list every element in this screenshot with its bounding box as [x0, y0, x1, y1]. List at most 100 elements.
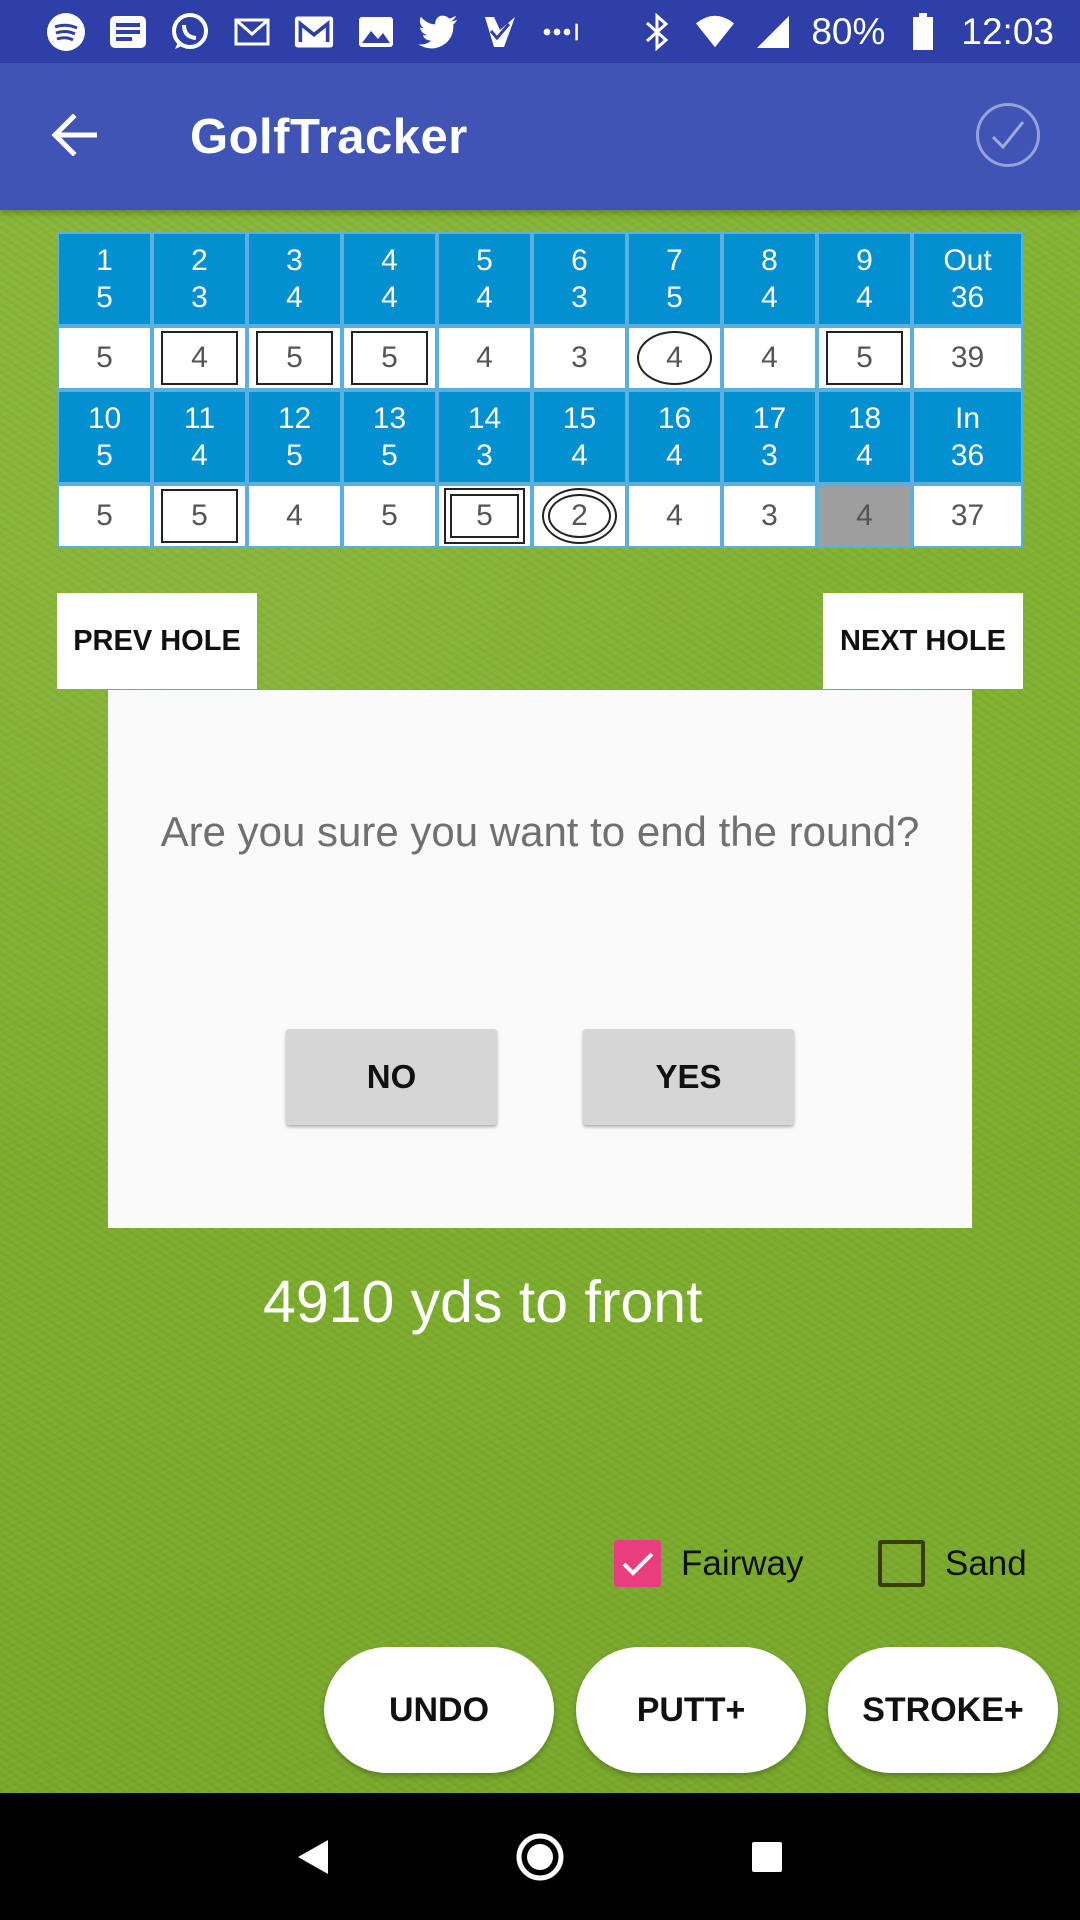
- fairway-checkbox[interactable]: [614, 1540, 661, 1587]
- score-cell[interactable]: 5: [57, 484, 152, 548]
- hole-par: 5: [381, 439, 398, 472]
- score-cell[interactable]: 4: [627, 326, 722, 390]
- photos-icon: [356, 12, 396, 52]
- score-value: 2: [571, 499, 588, 532]
- hole-header-cell[interactable]: 17 3: [722, 390, 817, 484]
- status-bar: 80% 12:03: [0, 0, 1080, 63]
- hole-number: 10: [87, 402, 122, 435]
- hole-number: 6: [571, 244, 588, 277]
- hole-par: 3: [571, 281, 588, 314]
- yes-button[interactable]: YES: [583, 1029, 794, 1125]
- score-value: 4: [856, 499, 873, 532]
- hole-header-cell[interactable]: 54: [437, 232, 532, 326]
- hole-number: 8: [761, 244, 778, 277]
- nav-home-button[interactable]: [510, 1827, 570, 1887]
- score-cell[interactable]: 4: [722, 326, 817, 390]
- score-cell[interactable]: 5: [342, 326, 437, 390]
- hole-header-cell[interactable]: 75: [627, 232, 722, 326]
- score-value: 4: [191, 341, 208, 374]
- score-value: 4: [761, 341, 778, 374]
- prev-hole-button[interactable]: PREV HOLE: [57, 593, 257, 689]
- sand-checkbox-item[interactable]: Sand: [878, 1540, 1027, 1587]
- hole-number: 18: [847, 402, 882, 435]
- gmail-icon: [294, 12, 334, 52]
- score-cell[interactable]: 3: [532, 326, 627, 390]
- undo-button[interactable]: UNDO: [324, 1647, 554, 1773]
- score-cell[interactable]: 4: [247, 484, 342, 548]
- hole-par: 3: [476, 439, 493, 472]
- triangle-back-icon: [298, 1839, 329, 1874]
- hole-header-cell[interactable]: 34: [247, 232, 342, 326]
- circle-home-icon: [516, 1833, 564, 1880]
- hole-header-cell[interactable]: 44: [342, 232, 437, 326]
- front-nine-scores-row: 5 4 5 5 4 3 4 4 5 39: [57, 326, 1023, 390]
- total-label: In: [954, 402, 981, 435]
- hole-header-cell[interactable]: 63: [532, 232, 627, 326]
- score-cell[interactable]: 3: [722, 484, 817, 548]
- hole-header-cell[interactable]: 12 5: [247, 390, 342, 484]
- score-cell[interactable]: 4: [437, 326, 532, 390]
- nav-recents-button[interactable]: [737, 1827, 797, 1887]
- checkmark-icon: [991, 121, 1025, 150]
- hole-header-cell[interactable]: 23: [152, 232, 247, 326]
- score-cell[interactable]: 5: [437, 484, 532, 548]
- hole-header-cell[interactable]: 94: [817, 232, 912, 326]
- hole-number: 5: [476, 244, 493, 277]
- hole-header-cell[interactable]: 14 3: [437, 390, 532, 484]
- score-cell[interactable]: 5: [152, 484, 247, 548]
- putt-plus-button[interactable]: PUTT+: [576, 1647, 806, 1773]
- notification-icons: [46, 12, 582, 52]
- end-round-dialog: Are you sure you want to end the round? …: [108, 690, 972, 1228]
- score-cell[interactable]: 5: [342, 484, 437, 548]
- hole-header-cell[interactable]: 84: [722, 232, 817, 326]
- back-button[interactable]: [44, 105, 104, 165]
- hole-par: 4: [571, 439, 588, 472]
- nav-back-button[interactable]: [283, 1827, 343, 1887]
- score-value: 5: [96, 499, 113, 532]
- hole-par: 4: [856, 439, 873, 472]
- total-header-cell: Out 36: [912, 232, 1023, 326]
- checkmark-icon: [622, 1552, 653, 1576]
- score-value: 5: [381, 499, 398, 532]
- hole-header-cell[interactable]: 16 4: [627, 390, 722, 484]
- fairway-checkbox-item[interactable]: Fairway: [614, 1540, 804, 1587]
- hole-par: 4: [476, 281, 493, 314]
- hole-number: 16: [657, 402, 692, 435]
- score-value: 3: [761, 499, 778, 532]
- arrow-back-icon: [51, 114, 97, 156]
- fairway-label: Fairway: [681, 1543, 804, 1583]
- distance-to-front: 4910 yds to front: [263, 1269, 703, 1335]
- score-value: 4: [286, 499, 303, 532]
- score-cell[interactable]: 5: [247, 326, 342, 390]
- hole-header-cell[interactable]: 18 4: [817, 390, 912, 484]
- total-score-cell: 39: [912, 326, 1023, 390]
- hole-header-cell[interactable]: 11 4: [152, 390, 247, 484]
- back-nine-scores-row: 5 5 4 5 5 2 4 3 4 37: [57, 484, 1023, 548]
- score-cell[interactable]: 2: [532, 484, 627, 548]
- total-par: 36: [950, 281, 985, 314]
- score-cell[interactable]: 4: [152, 326, 247, 390]
- score-cell[interactable]: 4: [627, 484, 722, 548]
- square-recents-icon: [751, 1841, 782, 1872]
- stroke-plus-button[interactable]: STROKE+: [828, 1647, 1058, 1773]
- score-cell[interactable]: 4: [817, 484, 912, 548]
- total-par: 36: [950, 439, 985, 472]
- hole-header-cell[interactable]: 15: [57, 232, 152, 326]
- no-button[interactable]: NO: [286, 1029, 497, 1125]
- hole-header-cell[interactable]: 13 5: [342, 390, 437, 484]
- hole-number: 3: [286, 244, 303, 277]
- score-cell[interactable]: 5: [57, 326, 152, 390]
- signal-icon: [753, 12, 793, 52]
- hole-header-cell[interactable]: 15 4: [532, 390, 627, 484]
- total-score: 39: [950, 341, 985, 374]
- hole-header-cell[interactable]: 10 5: [57, 390, 152, 484]
- hole-par: 4: [191, 439, 208, 472]
- sand-checkbox[interactable]: [878, 1540, 925, 1587]
- hole-par: 4: [666, 439, 683, 472]
- score-cell[interactable]: 5: [817, 326, 912, 390]
- news-icon: [108, 12, 148, 52]
- score-value: 5: [476, 499, 493, 532]
- hole-par: 3: [191, 281, 208, 314]
- end-round-button[interactable]: [976, 103, 1040, 167]
- next-hole-button[interactable]: NEXT HOLE: [823, 593, 1023, 689]
